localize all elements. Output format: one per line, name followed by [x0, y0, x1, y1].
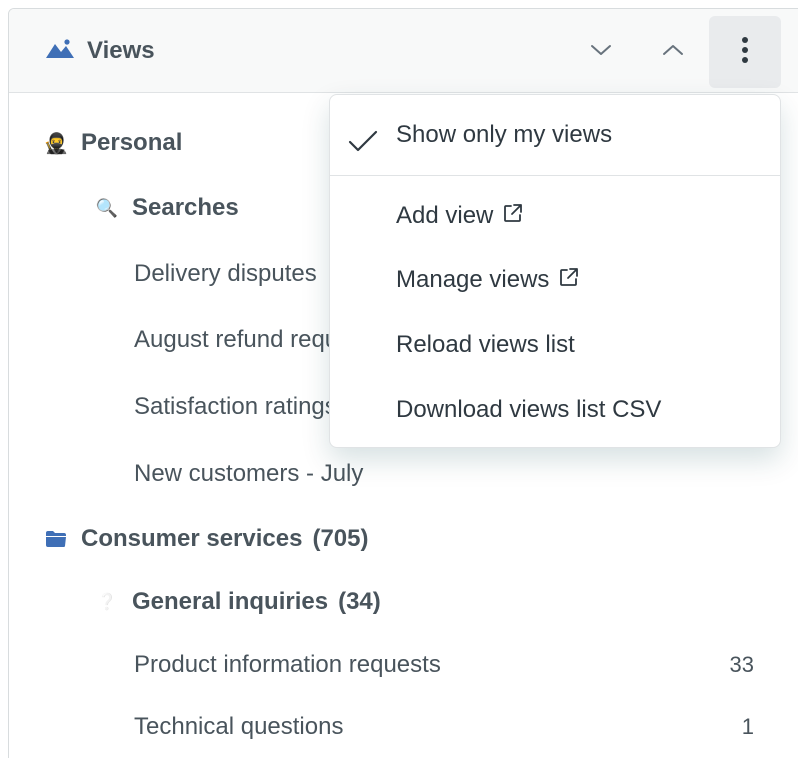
tree-group-count: (705) — [312, 525, 369, 552]
view-item-new-customers-july[interactable]: New customers - July — [9, 454, 798, 494]
menu-item-label: Reload views list — [396, 331, 575, 358]
tree-group-count: (34) — [338, 588, 381, 615]
views-title-group: Views — [45, 37, 155, 65]
collapse-all-button[interactable] — [565, 16, 637, 88]
menu-item-download-views-list-csv[interactable]: Download views list CSV — [330, 381, 780, 439]
view-item-label: New customers - July — [134, 460, 364, 487]
folder-icon — [43, 526, 69, 552]
question-emoji-icon: ❔ — [97, 594, 117, 611]
tree-group-label: Personal — [81, 129, 183, 156]
menu-item-manage-views[interactable]: Manage views — [330, 251, 780, 309]
menu-item-label: Download views list CSV — [396, 396, 662, 423]
views-title: Views — [87, 37, 155, 64]
view-item-label: Product information requests — [134, 651, 441, 678]
view-item-label: Delivery disputes — [134, 260, 317, 287]
menu-item-reload-views-list[interactable]: Reload views list — [330, 316, 780, 374]
view-item-technical-questions[interactable]: Technical questions 1 — [9, 707, 798, 747]
chevron-up-icon — [661, 43, 685, 62]
menu-item-label: Manage views — [396, 266, 550, 293]
view-item-count: 1 — [741, 714, 754, 739]
ninja-emoji-icon: 🥷 — [43, 132, 69, 155]
menu-item-add-view[interactable]: Add view — [330, 187, 780, 245]
external-link-icon — [503, 202, 523, 230]
menu-item-label: Add view — [396, 202, 494, 229]
views-panel-header: Views — [9, 9, 798, 93]
tree-group-consumer-services[interactable]: Consumer services (705) — [9, 519, 798, 559]
menu-item-show-only-my-views[interactable]: Show only my views — [330, 106, 780, 164]
mountain-views-icon — [45, 38, 75, 65]
magnifier-emoji-icon: 🔍 — [95, 197, 119, 218]
menu-item-label: Show only my views — [396, 121, 613, 148]
more-options-button[interactable] — [709, 16, 781, 88]
tree-group-label: General inquiries — [132, 588, 329, 615]
view-item-label: Technical questions — [134, 713, 344, 740]
checkmark-icon — [348, 130, 378, 157]
vertical-ellipsis-icon — [741, 36, 749, 69]
expand-all-button[interactable] — [637, 16, 709, 88]
view-item-product-information-requests[interactable]: Product information requests 33 — [9, 645, 798, 685]
external-link-icon — [559, 266, 579, 294]
view-item-label: Satisfaction ratings — [134, 393, 337, 420]
tree-group-label: Consumer services — [81, 525, 303, 552]
tree-group-general-inquiries[interactable]: ❔ General inquiries (34) — [9, 582, 798, 622]
views-options-menu: Show only my views Add view Manage views — [329, 94, 781, 448]
menu-divider — [330, 175, 780, 176]
tree-group-label: Searches — [132, 194, 239, 221]
view-item-count: 33 — [729, 652, 754, 677]
chevron-down-icon — [589, 43, 613, 62]
